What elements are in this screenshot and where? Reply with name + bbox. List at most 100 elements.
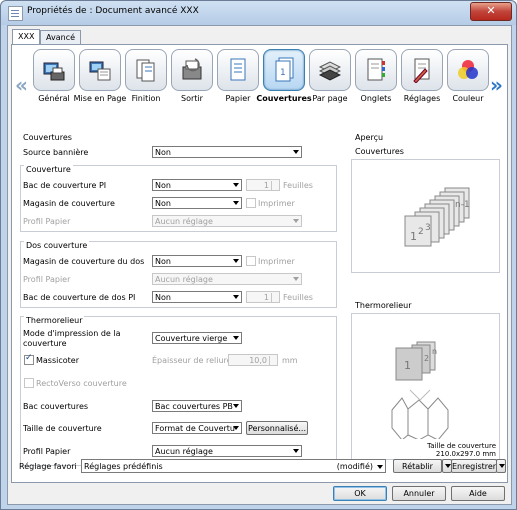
front-print-checkbox[interactable] — [246, 198, 256, 208]
chevron-down-icon — [499, 464, 505, 468]
trim-label: Massicoter — [36, 356, 80, 365]
favorites-select[interactable]: Réglages prédéfinis (modifié) — [81, 459, 386, 473]
banner-source-select[interactable]: Non — [152, 146, 302, 158]
back-sheets-spinner[interactable]: 1 — [246, 291, 280, 303]
select-value: Réglages prédéfinis — [84, 462, 163, 471]
tab-advanced[interactable]: Avancé — [40, 30, 82, 45]
help-button[interactable]: Aide — [451, 486, 505, 501]
select-value: Aucun réglage — [155, 447, 213, 456]
print-mode-select[interactable]: Couverture vierge — [152, 332, 242, 344]
binder-profile-label: Profil Papier — [23, 447, 71, 456]
spinner-arrows-icon — [271, 181, 278, 190]
title-bar[interactable]: Propriétés de : Document avancé XXX ✕ — [1, 1, 516, 25]
dialog-footer: OK Annuler Aide — [8, 483, 511, 503]
cancel-button[interactable]: Annuler — [392, 486, 446, 501]
page-label-3: 3 — [425, 223, 431, 233]
group-title: Couverture — [24, 165, 73, 174]
paper-icon — [217, 49, 259, 91]
back-print-checkbox[interactable] — [246, 256, 256, 266]
trim-checkbox[interactable] — [24, 353, 34, 365]
toolbar-item-per-page[interactable]: Par page — [308, 49, 352, 103]
toolbar-item-paper[interactable]: Papier — [216, 49, 260, 103]
front-magazine-label: Magasin de couverture — [23, 199, 115, 208]
toolbar-item-tabs[interactable]: Onglets — [354, 49, 398, 103]
toolbar-item-finishing[interactable]: Finition — [124, 49, 168, 103]
front-tray-label: Bac de couverture PI — [23, 181, 107, 190]
back-tray-select[interactable]: Non — [152, 291, 242, 303]
duplex-cover-checkbox[interactable] — [24, 378, 34, 388]
chevron-down-icon — [293, 150, 299, 154]
banner-source-label: Source bannière — [23, 148, 89, 157]
toolbar-item-general[interactable]: Général — [32, 49, 76, 103]
cover-icon: 1 — [263, 49, 305, 91]
custom-size-button[interactable]: Personnalisé... — [246, 421, 308, 435]
binder-preview-graphic: n 2 1 — [391, 341, 449, 441]
spinner-arrows-icon — [271, 293, 278, 302]
button-label: Enregistrer — [452, 462, 497, 471]
dialog-window: Propriétés de : Document avancé XXX ✕ XX… — [0, 0, 517, 510]
chevron-down-icon — [233, 259, 239, 263]
back-magazine-select[interactable]: Non — [152, 255, 242, 267]
settings-icon — [401, 49, 443, 91]
back-cover-group: Dos couverture Magasin de couverture du … — [20, 241, 337, 308]
chevron-down-icon — [233, 295, 239, 299]
preview-title: Aperçu — [355, 133, 384, 142]
tab-xxx[interactable]: XXX — [12, 29, 41, 45]
close-button[interactable]: ✕ — [470, 2, 512, 21]
select-value: Couverture vierge — [155, 334, 228, 343]
spinner-value: 1 — [263, 293, 269, 302]
finishing-icon — [125, 49, 167, 91]
spine-thickness-unit: mm — [282, 356, 298, 365]
chevron-down-icon — [233, 183, 239, 187]
page-label-2: 2 — [418, 227, 424, 237]
toolbar-item-layout[interactable]: Mise en Page — [74, 49, 126, 103]
binder-group: Thermorelieur Mode d'impression de la co… — [20, 316, 337, 466]
dialog-client: XXX Avancé « » Général Mise en Page Fini… — [7, 25, 512, 505]
color-icon — [447, 49, 489, 91]
back-sheets-unit: Feuilles — [283, 293, 313, 302]
restore-button[interactable]: Rétablir — [393, 459, 442, 473]
toolbar-item-covers[interactable]: 1 Couvertures — [256, 49, 312, 103]
front-sheets-spinner[interactable]: 1 — [246, 179, 280, 191]
covers-preview-graphic: n-1 3 2 1 — [404, 187, 470, 247]
back-magazine-label: Magasin de couverture du dos — [23, 257, 145, 266]
page-label-n: n — [432, 347, 437, 356]
toolbar-item-output[interactable]: Sortir — [170, 49, 214, 103]
layout-icon — [79, 49, 121, 91]
window-title: Propriétés de : Document avancé XXX — [27, 6, 199, 16]
cover-size-caption: Taille de couverture — [427, 442, 496, 450]
favorites-label: Réglage favori — [19, 462, 77, 471]
binder-profile-select[interactable]: Aucun réglage — [152, 445, 302, 457]
back-profile-select[interactable]: Aucun réglage — [152, 273, 302, 285]
back-profile-label: Profil Papier — [23, 275, 71, 284]
section-title: Couvertures — [23, 133, 72, 142]
cover-size-select[interactable]: Format de Couvertu — [152, 422, 242, 434]
favorites-bar: Réglage favori Réglages prédéfinis (modi… — [11, 457, 506, 475]
binder-preview: n 2 1 Taille de couverture 210.0x297.0 m… — [351, 313, 500, 460]
page-label-1: 1 — [410, 230, 417, 243]
save-menu-button[interactable] — [496, 459, 506, 473]
front-tray-select[interactable]: Non — [152, 179, 242, 191]
toolbar-label: Couleur — [452, 94, 484, 103]
front-cover-group: Couverture Bac de couverture PI Non 1 Fe… — [20, 165, 337, 232]
front-profile-select[interactable]: Aucun réglage — [152, 215, 302, 227]
front-magazine-select[interactable]: Non — [152, 197, 242, 209]
select-value: Non — [155, 148, 171, 157]
duplex-cover-label: RectoVerso couverture — [36, 379, 127, 388]
preview-covers-label: Couvertures — [355, 147, 404, 156]
ok-button[interactable]: OK — [333, 486, 387, 501]
cover-tray-label: Bac couvertures — [23, 402, 89, 411]
spine-thickness-spinner[interactable]: 10,0 — [228, 354, 278, 366]
spinner-value: 1 — [263, 181, 269, 190]
toolbar-item-color[interactable]: Couleur — [446, 49, 490, 103]
select-value: Non — [155, 293, 171, 302]
preview-panel: Aperçu Couvertures n-1 3 2 1 Thermorelie… — [347, 121, 502, 466]
save-button[interactable]: Enregistrer — [451, 459, 497, 473]
chevron-down-icon — [233, 404, 239, 408]
front-profile-label: Profil Papier — [23, 217, 71, 226]
cover-tray-select[interactable]: Bac couvertures PB — [152, 400, 242, 412]
group-title: Dos couverture — [24, 241, 90, 250]
toolbar-item-settings[interactable]: Réglages — [400, 49, 444, 103]
covers-settings: Couvertures Source bannière Non Couvertu… — [15, 121, 337, 466]
back-print-label: Imprimer — [258, 257, 295, 266]
